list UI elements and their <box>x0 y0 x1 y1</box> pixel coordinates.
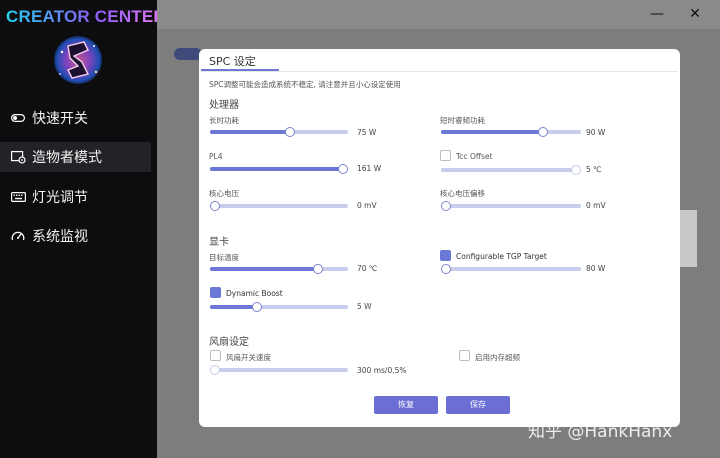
slider-thumb[interactable] <box>441 264 451 274</box>
slider-thumb[interactable] <box>285 127 296 137</box>
toggle-icon <box>10 111 26 125</box>
slider-thumb[interactable] <box>338 164 348 174</box>
fan-switch-speed-value: 300 ms/0.5% <box>357 366 407 375</box>
long-power-label: 长时功耗 <box>209 116 239 125</box>
dialog-title: SPC 设定 <box>209 55 256 68</box>
warning-text: SPC调整可能会造成系统不稳定, 请注意并且小心设定使用 <box>209 80 401 89</box>
core-voltage-slider[interactable] <box>210 201 348 211</box>
core-voltage-offset-slider[interactable] <box>441 201 581 211</box>
pl4-value: 161 W <box>357 164 382 173</box>
long-power-value: 75 W <box>357 128 377 137</box>
core-voltage-offset-value: 0 mV <box>586 201 606 210</box>
sidebar-item-label: 造物者模式 <box>32 150 102 166</box>
memory-overclock-checkbox[interactable] <box>459 350 470 361</box>
sidebar-item-label: 灯光调节 <box>32 190 88 206</box>
divider <box>201 71 678 72</box>
close-button[interactable]: ✕ <box>684 4 706 24</box>
background-panel <box>680 210 697 267</box>
dynamic-boost-value: 5 W <box>357 302 372 311</box>
slider-thumb[interactable] <box>210 201 220 211</box>
sidebar: CREATOR CENTER 快速开关 造物者模式 灯光调节 系统监视 <box>0 0 166 458</box>
slider-thumb[interactable] <box>441 201 451 211</box>
slider-thumb[interactable] <box>312 264 323 274</box>
minimize-button[interactable]: — <box>646 4 668 24</box>
tcc-offset-value: 5 ℃ <box>586 165 602 174</box>
creator-mode-icon <box>10 150 26 164</box>
pl4-slider[interactable] <box>210 164 348 174</box>
tcc-offset-checkbox[interactable] <box>440 150 451 161</box>
title-bar <box>157 0 720 29</box>
spc-settings-dialog: SPC 设定 SPC调整可能会造成系统不稳定, 请注意并且小心设定使用 处理器 … <box>199 49 680 427</box>
core-voltage-offset-label: 核心电压偏移 <box>440 189 485 198</box>
configurable-tgp-value: 80 W <box>586 264 606 273</box>
section-title-fan: 风扇设定 <box>209 337 249 348</box>
sidebar-item-creator-mode[interactable]: 造物者模式 <box>0 142 151 172</box>
sidebar-item-label: 系统监视 <box>32 229 88 245</box>
section-title-gpu: 显卡 <box>209 237 229 248</box>
sidebar-item-quick-switch[interactable]: 快速开关 <box>0 103 151 133</box>
tcc-offset-label: Tcc Offset <box>456 152 493 161</box>
target-temp-slider[interactable] <box>210 264 348 274</box>
watermark-text: 知乎 @HankHanx <box>528 422 673 442</box>
sidebar-item-system-monitor[interactable]: 系统监视 <box>0 221 151 251</box>
fan-switch-speed-slider[interactable] <box>210 365 348 375</box>
save-button[interactable]: 保存 <box>446 396 510 414</box>
long-power-slider[interactable] <box>210 127 348 137</box>
sidebar-item-lighting[interactable]: 灯光调节 <box>0 182 151 212</box>
memory-overclock-label: 启用内存超频 <box>475 353 520 362</box>
restore-button[interactable]: 恢复 <box>374 396 438 414</box>
configurable-tgp-checkbox[interactable] <box>440 250 451 261</box>
core-voltage-value: 0 mV <box>357 201 377 210</box>
section-title-processor: 处理器 <box>209 100 239 111</box>
fan-switch-speed-checkbox[interactable] <box>210 350 221 361</box>
dynamic-boost-slider[interactable] <box>210 302 348 312</box>
slider-thumb[interactable] <box>210 365 220 375</box>
gauge-icon <box>10 229 26 243</box>
short-power-slider[interactable] <box>441 127 581 137</box>
dynamic-boost-checkbox[interactable] <box>210 287 221 298</box>
app-logo-icon <box>48 32 108 88</box>
sidebar-item-label: 快速开关 <box>32 111 88 127</box>
short-power-label: 短时睿频功耗 <box>440 116 485 125</box>
pl4-label: PL4 <box>209 152 223 161</box>
dynamic-boost-label: Dynamic Boost <box>226 289 283 298</box>
fan-switch-speed-label: 风扇开关速度 <box>226 353 271 362</box>
slider-thumb[interactable] <box>251 302 262 312</box>
slider-thumb[interactable] <box>538 127 549 137</box>
configurable-tgp-label: Configurable TGP Target <box>456 252 547 261</box>
configurable-tgp-slider[interactable] <box>441 264 581 274</box>
short-power-value: 90 W <box>586 128 606 137</box>
tcc-offset-slider[interactable] <box>441 165 581 175</box>
target-temp-value: 70 ℃ <box>357 264 378 273</box>
core-voltage-label: 核心电压 <box>209 189 239 198</box>
slider-thumb[interactable] <box>571 165 581 175</box>
keyboard-icon <box>10 190 26 204</box>
background-toggle <box>174 48 202 60</box>
app-title: CREATOR CENTER <box>6 7 166 26</box>
target-temp-label: 目标温度 <box>209 253 239 262</box>
